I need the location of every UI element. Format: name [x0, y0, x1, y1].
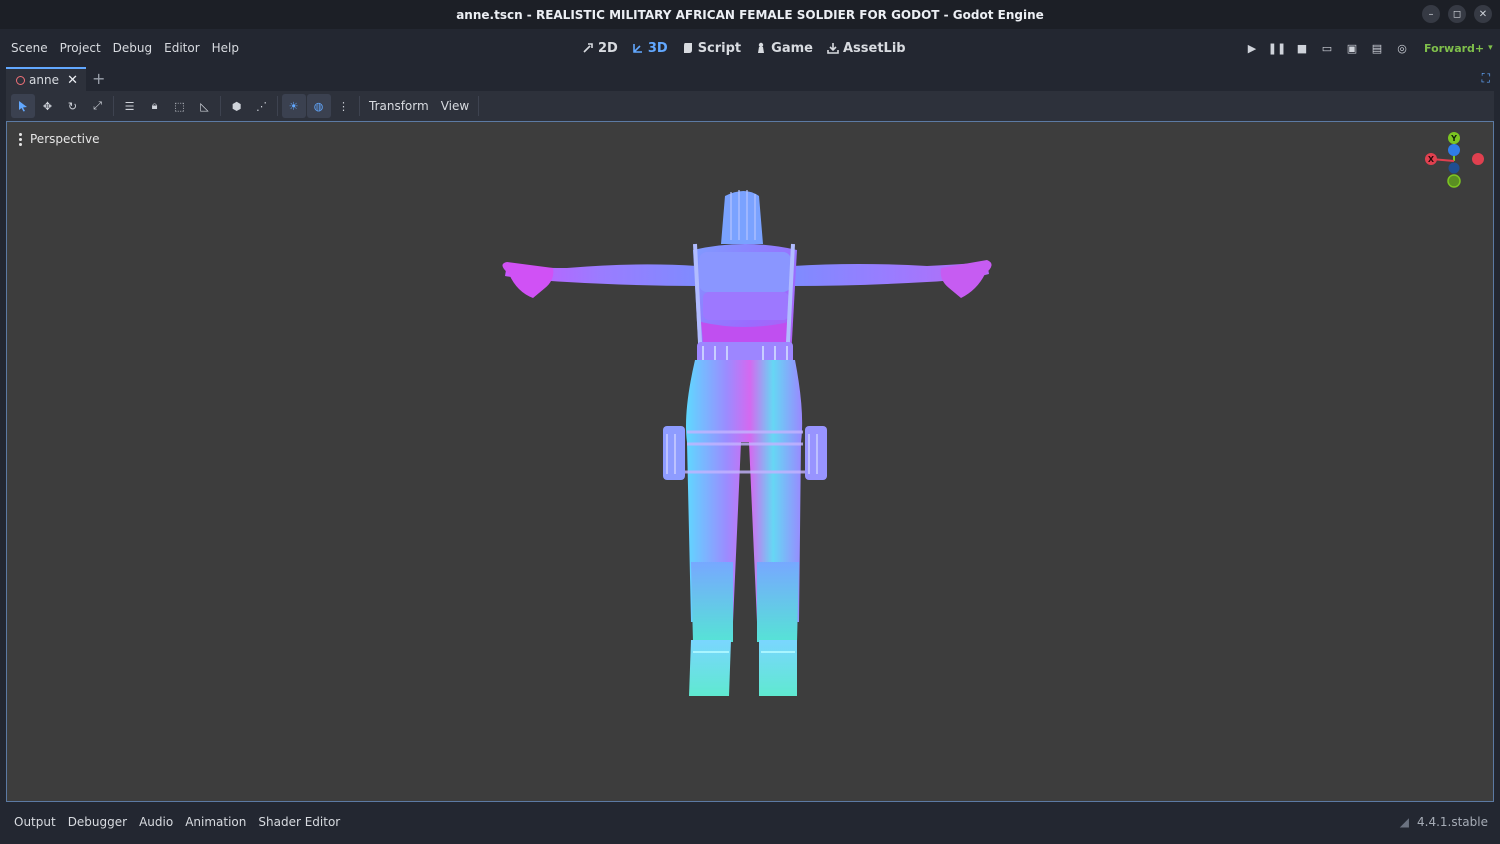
menu-project[interactable]: Project: [54, 41, 107, 55]
3d-viewport[interactable]: Perspective Y X: [6, 121, 1494, 802]
3d-icon: [633, 44, 642, 53]
toolbar-divider: [478, 96, 480, 116]
gizmo-pos-z: [1448, 144, 1460, 156]
main-menu: Scene Project Debug Editor Help: [5, 29, 245, 67]
maximize-button[interactable]: ◻: [1448, 5, 1466, 23]
menu-editor[interactable]: Editor: [158, 41, 206, 55]
title-bar: anne.tscn - REALISTIC MILITARY AFRICAN F…: [0, 0, 1500, 29]
scene-root-icon: [16, 75, 25, 85]
renderer-select[interactable]: Forward+ ▾: [1424, 29, 1493, 67]
game-icon: [758, 42, 765, 53]
select-mode-icon[interactable]: [10, 94, 35, 118]
toolbar-divider: [113, 96, 114, 116]
transform-menu[interactable]: Transform: [363, 99, 435, 113]
workspace-3d[interactable]: 3D: [632, 41, 668, 56]
character-model[interactable]: [487, 182, 1007, 712]
list-select-icon[interactable]: ☰: [118, 94, 142, 118]
play-scene-icon[interactable]: ▣: [1342, 38, 1362, 58]
tab-shader-editor[interactable]: Shader Editor: [252, 815, 346, 829]
remote-debug-icon[interactable]: ▭: [1317, 38, 1337, 58]
toolbar-divider: [359, 96, 360, 116]
movie-maker-icon[interactable]: ◎: [1392, 38, 1412, 58]
minimize-button[interactable]: –: [1422, 5, 1440, 23]
toolbar-divider: [220, 96, 221, 116]
tab-audio[interactable]: Audio: [133, 815, 179, 829]
workspace-script[interactable]: Script: [682, 41, 741, 56]
download-icon: [827, 43, 839, 54]
chevron-down-icon: ▾: [1488, 43, 1493, 53]
gizmo-neg-y: [1447, 174, 1461, 188]
menu-bar: Scene Project Debug Editor Help 2D 3D Sc…: [0, 29, 1500, 67]
scene-tab-bar: anne ✕ + ⛶: [0, 67, 1500, 91]
kebab-icon: [19, 132, 22, 146]
tab-output[interactable]: Output: [8, 815, 62, 829]
orientation-gizmo[interactable]: Y X: [1421, 128, 1487, 194]
environment-preview-icon[interactable]: ◍: [306, 94, 331, 118]
workspace-game[interactable]: Game: [755, 41, 813, 56]
scale-mode-icon[interactable]: ⤢: [86, 94, 110, 118]
perspective-label: Perspective: [30, 132, 100, 146]
toolbar-divider: [277, 96, 278, 116]
script-icon: [683, 43, 692, 53]
menu-help[interactable]: Help: [206, 41, 245, 55]
gizmo-x-label: X: [1428, 155, 1435, 164]
bottom-panel-bar: Output Debugger Audio Animation Shader E…: [0, 803, 1500, 844]
gizmo-pos-x: [1472, 153, 1484, 165]
perspective-menu[interactable]: Perspective: [19, 132, 100, 146]
menu-scene[interactable]: Scene: [5, 41, 54, 55]
close-icon[interactable]: ✕: [67, 73, 78, 88]
gizmo-neg-z: [1448, 162, 1460, 174]
close-window-button[interactable]: ✕: [1474, 5, 1492, 23]
window-title: anne.tscn - REALISTIC MILITARY AFRICAN F…: [456, 7, 1044, 22]
play-custom-scene-icon[interactable]: ▤: [1367, 38, 1387, 58]
view-menu[interactable]: View: [435, 99, 475, 113]
distraction-free-icon[interactable]: ⛶: [1482, 71, 1490, 86]
run-controls: ▶ ❚❚ ■ ▭ ▣ ▤ ◎: [1242, 29, 1412, 67]
version-info: ◢ 4.4.1.stable: [1400, 803, 1488, 841]
group-icon[interactable]: ⬚: [168, 94, 192, 118]
sun-preview-icon[interactable]: ☀: [281, 94, 306, 118]
tab-animation[interactable]: Animation: [179, 815, 252, 829]
gizmo-y-label: Y: [1450, 134, 1457, 143]
snap-icon[interactable]: ⋰: [250, 94, 274, 118]
update-spinner-icon[interactable]: ◢: [1400, 815, 1409, 829]
local-space-icon[interactable]: ⬢: [225, 94, 249, 118]
add-tab-icon[interactable]: +: [92, 69, 105, 88]
more-options-icon[interactable]: ⋮: [332, 94, 356, 118]
stop-icon[interactable]: ■: [1292, 38, 1312, 58]
lock-icon[interactable]: 🔒︎: [143, 94, 167, 118]
viewport-toolbar: ✥ ↻ ⤢ ☰ 🔒︎ ⬚ ◺ ⬢ ⋰ ☀ ◍ ⋮ Transform View: [6, 91, 1494, 121]
version-label[interactable]: 4.4.1.stable: [1417, 815, 1488, 829]
pause-icon[interactable]: ❚❚: [1267, 38, 1287, 58]
move-mode-icon[interactable]: ✥: [36, 94, 60, 118]
workspace-switcher: 2D 3D Script Game AssetLib: [582, 29, 906, 67]
ruler-icon[interactable]: ◺: [193, 94, 217, 118]
workspace-2d[interactable]: 2D: [582, 41, 618, 56]
bottom-panel-tabs: Output Debugger Audio Animation Shader E…: [8, 803, 346, 841]
play-icon[interactable]: ▶: [1242, 38, 1262, 58]
2d-icon: [583, 43, 593, 53]
workspace-assetlib[interactable]: AssetLib: [827, 41, 906, 56]
menu-debug[interactable]: Debug: [107, 41, 158, 55]
scene-tab-label: anne: [29, 73, 59, 87]
tab-debugger[interactable]: Debugger: [62, 815, 133, 829]
window-controls: – ◻ ✕: [1422, 5, 1492, 23]
rotate-mode-icon[interactable]: ↻: [61, 94, 85, 118]
scene-tab-anne[interactable]: anne ✕: [6, 67, 86, 91]
